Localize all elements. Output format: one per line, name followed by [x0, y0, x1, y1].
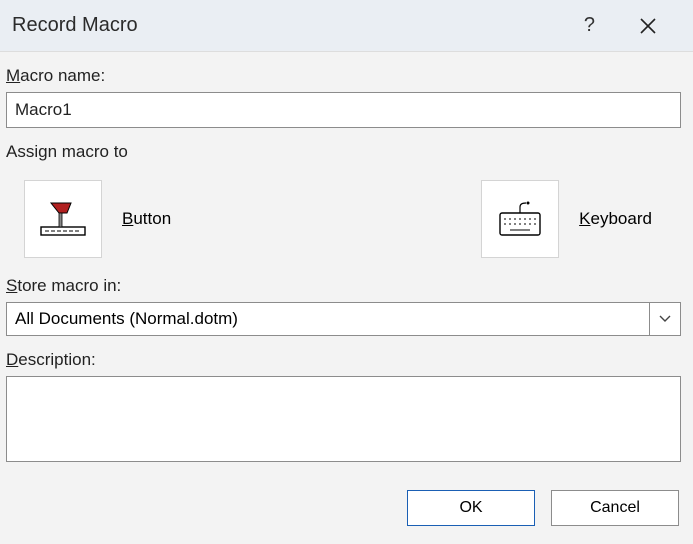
- store-in-select[interactable]: All Documents (Normal.dotm): [6, 302, 681, 336]
- dialog-title: Record Macro: [10, 14, 576, 37]
- help-icon[interactable]: ?: [576, 10, 603, 41]
- description-input[interactable]: [6, 376, 681, 462]
- assign-row: Button Keyboard: [6, 180, 681, 258]
- close-icon[interactable]: [635, 13, 661, 39]
- chevron-down-icon[interactable]: [649, 302, 681, 336]
- titlebar: Record Macro ?: [0, 0, 693, 52]
- record-macro-dialog: Record Macro ? Macro name: Assign macro …: [0, 0, 693, 544]
- cancel-button[interactable]: Cancel: [551, 490, 679, 526]
- dialog-footer: OK Cancel: [0, 474, 693, 544]
- store-in-label: Store macro in:: [6, 276, 681, 296]
- assign-to-label: Assign macro to: [6, 142, 681, 162]
- assign-keyboard-label: Keyboard: [579, 209, 652, 229]
- assign-button-option[interactable]: Button: [24, 180, 171, 258]
- button-icon: [24, 180, 102, 258]
- assign-button-label: Button: [122, 209, 171, 229]
- ok-button[interactable]: OK: [407, 490, 535, 526]
- dialog-content: Macro name: Assign macro to Button: [0, 52, 693, 474]
- keyboard-icon: [481, 180, 559, 258]
- store-in-value: All Documents (Normal.dotm): [6, 302, 649, 336]
- description-label: Description:: [6, 350, 681, 370]
- macro-name-input[interactable]: [6, 92, 681, 128]
- assign-keyboard-option[interactable]: Keyboard: [481, 180, 652, 258]
- macro-name-label: Macro name:: [6, 66, 681, 86]
- titlebar-buttons: ?: [576, 10, 683, 41]
